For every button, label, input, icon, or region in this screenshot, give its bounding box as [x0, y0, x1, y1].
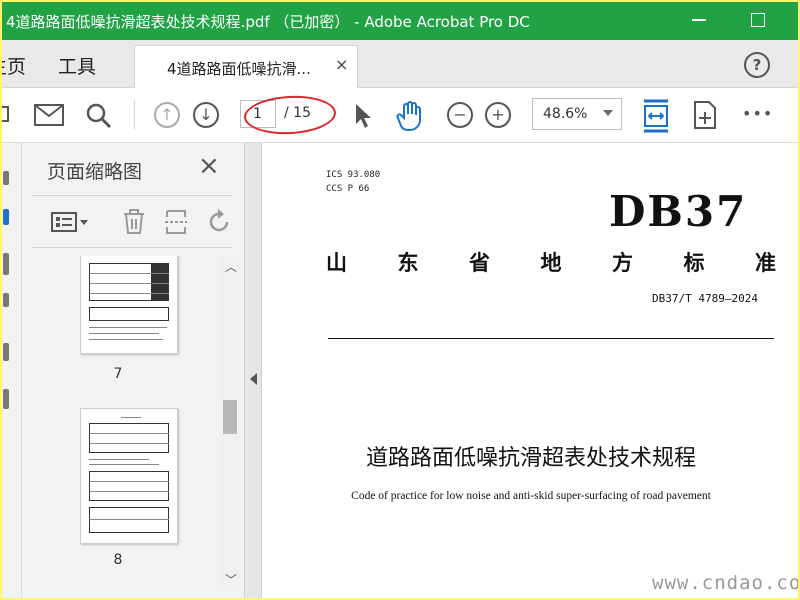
thumbnail-table: [89, 307, 169, 321]
heading-char: 地: [540, 251, 562, 275]
panel-collapse-handle[interactable]: [244, 143, 262, 598]
thumbnail-table-line: [89, 443, 169, 444]
chevron-up-icon[interactable]: ︿: [225, 258, 237, 275]
mail-icon[interactable]: [34, 104, 64, 126]
ccs-code: CCS P 66: [326, 184, 370, 194]
db37-logo: DB37: [609, 187, 748, 236]
ics-code: ICS 93.080: [326, 170, 381, 180]
attachments-icon[interactable]: [3, 253, 9, 275]
heading-char: 标: [683, 251, 705, 275]
zoom-level-select[interactable]: 48.6%: [532, 98, 622, 130]
document-title-english: Code of practice for low noise and anti-…: [351, 490, 711, 502]
thumbnail-table-line: [89, 519, 169, 520]
search-icon[interactable]: [85, 102, 113, 130]
collapse-arrow-icon: [250, 373, 257, 385]
window-title: 4道路路面低噪抗滑超表处技术规程.pdf （已加密） - Adobe Acrob…: [6, 13, 530, 31]
zoom-out-button[interactable]: −: [447, 102, 473, 128]
layers-icon[interactable]: [3, 293, 9, 307]
classification-codes: ICS 93.080 CCS P 66: [326, 168, 380, 196]
tab-document[interactable]: 4道路路面低噪抗滑... ×: [134, 45, 358, 88]
acrobat-window: 4道路路面低噪抗滑超表处技术规程.pdf （已加密） - Adobe Acrob…: [2, 2, 798, 598]
scrollbar-thumb[interactable]: [223, 400, 237, 434]
document-title-chinese: 道路路面低噪抗滑超表处技术规程: [365, 446, 696, 471]
thumbnail-table: [89, 423, 169, 453]
panel-divider: [32, 195, 232, 196]
page-thumbnail-8[interactable]: [80, 408, 178, 544]
toolbar-separator: [134, 100, 135, 130]
thumbnail-table-line: [89, 283, 169, 284]
thumbnail-text-line: [89, 339, 163, 340]
tab-home[interactable]: 主页: [2, 52, 26, 79]
tab-tools[interactable]: 工具: [58, 52, 96, 79]
zoom-in-button[interactable]: +: [485, 102, 511, 128]
full-screen-icon[interactable]: [692, 100, 718, 130]
bookmark-icon[interactable]: [3, 171, 9, 185]
page-thumbnail-7[interactable]: [80, 256, 178, 354]
thumbnail-text-line: [89, 327, 167, 328]
rotate-page-icon[interactable]: [206, 209, 232, 235]
thumbnail-page-number: 7: [113, 366, 123, 382]
next-page-button[interactable]: ↓: [193, 102, 219, 128]
thumbnail-table: [89, 507, 169, 533]
thumbnail-scrollbar[interactable]: ︿ ﹀: [220, 256, 240, 590]
page-thumbnails-icon[interactable]: [3, 209, 9, 225]
fit-width-icon[interactable]: [642, 98, 670, 134]
standard-type-heading: 山 东 省 地 方 标 准: [326, 247, 776, 277]
heading-char: 山: [326, 251, 347, 275]
heading-char: 准: [755, 251, 776, 275]
chevron-down-icon[interactable]: ﹀: [225, 571, 237, 588]
document-page: ICS 93.080 CCS P 66 DB37 山 东 省 地 方 标 准 D…: [264, 143, 798, 598]
thumbnail-table-line: [89, 481, 169, 482]
heading-char: 省: [469, 251, 490, 275]
help-icon[interactable]: ?: [744, 52, 770, 78]
thumbnail-options-icon[interactable]: [50, 211, 90, 233]
thumbnail-page-number: 8: [113, 552, 123, 568]
thumbnail-table-line: [89, 433, 169, 434]
thumbnail-text-line: [89, 464, 159, 465]
extract-page-icon[interactable]: [164, 209, 188, 235]
thumbnail-table-line: [89, 273, 169, 274]
heading-char: 方: [612, 251, 633, 275]
thumbnail-list: 7 8: [32, 256, 204, 590]
close-panel-icon[interactable]: ×: [198, 151, 220, 181]
site-watermark: www.cndao.com: [652, 572, 798, 594]
thumbnail-text-line: [89, 333, 159, 334]
thumbnail-table-line: [89, 293, 169, 294]
save-icon[interactable]: [2, 103, 10, 125]
heading-char: 东: [397, 251, 419, 275]
maximize-button[interactable]: [751, 13, 765, 27]
delete-page-icon[interactable]: [122, 209, 146, 235]
panel-divider: [32, 247, 232, 248]
thumbnail-table: [89, 471, 169, 501]
standard-number: DB37/T 4789—2024: [652, 292, 758, 305]
comments-icon[interactable]: [3, 389, 9, 409]
zoom-level-value: 48.6%: [543, 106, 588, 122]
close-tab-icon[interactable]: ×: [335, 55, 348, 74]
signatures-icon[interactable]: [3, 343, 9, 361]
title-bar: 4道路路面低噪抗滑超表处技术规程.pdf （已加密） - Adobe Acrob…: [2, 2, 798, 40]
header-rule: [328, 338, 774, 339]
tab-document-label: 4道路路面低噪抗滑...: [167, 60, 311, 78]
thumbnail-text-line: [121, 417, 141, 418]
thumbnail-table-col: [151, 264, 168, 300]
chevron-down-icon: [603, 110, 613, 116]
previous-page-button[interactable]: ↑: [154, 102, 180, 128]
thumbnail-text-line: [89, 459, 149, 460]
more-tools-icon[interactable]: •••: [742, 104, 773, 123]
thumbnail-table-line: [89, 491, 169, 492]
panel-title: 页面缩略图: [47, 161, 143, 183]
hand-tool-icon[interactable]: [396, 100, 426, 132]
toolbar: ↑ ↓ 1 / 15 − + 48.6% •••: [2, 88, 798, 143]
tab-bar: 主页 工具 4道路路面低噪抗滑... × ?: [2, 40, 798, 88]
navigation-icon-strip: [2, 143, 22, 598]
minimize-button[interactable]: [692, 19, 706, 21]
select-cursor-icon[interactable]: [352, 102, 374, 130]
